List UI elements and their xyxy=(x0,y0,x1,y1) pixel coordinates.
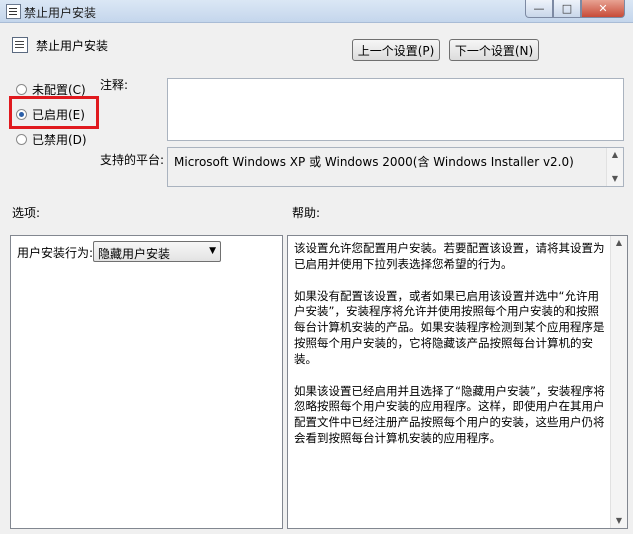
install-behavior-label: 用户安装行为: xyxy=(17,246,94,260)
close-button[interactable]: ✕ xyxy=(581,0,625,18)
scroll-up-icon[interactable]: ▲ xyxy=(607,148,623,162)
highlight-annotation-box xyxy=(9,96,99,129)
policy-settings-icon xyxy=(6,4,21,19)
radio-button[interactable] xyxy=(16,84,27,95)
maximize-button[interactable]: □ xyxy=(553,0,581,18)
policy-icon xyxy=(12,37,28,53)
dropdown-value: 隐藏用户安装 xyxy=(98,247,171,261)
scroll-down-icon[interactable]: ▼ xyxy=(607,172,623,186)
help-label: 帮助: xyxy=(292,206,321,220)
options-label: 选项: xyxy=(12,206,41,220)
window-controls: — □ ✕ xyxy=(525,0,625,18)
policy-window: 禁止用户安装 — □ ✕ 禁止用户安装 上一个设置(P) 下一个设置(N) 未配… xyxy=(0,0,633,534)
help-panel: 该设置允许您配置用户安装。若要配置该设置，请将其设置为已启用并使用下拉列表选择您… xyxy=(287,235,628,529)
install-behavior-dropdown[interactable]: 隐藏用户安装 ▼ xyxy=(93,241,221,262)
scroll-up-icon[interactable]: ▲ xyxy=(611,236,627,250)
scroll-down-icon[interactable]: ▼ xyxy=(611,514,627,528)
chevron-down-icon: ▼ xyxy=(209,246,216,256)
radio-label: 已禁用(D) xyxy=(32,133,87,147)
help-scrollbar[interactable]: ▲ ▼ xyxy=(610,236,627,528)
minimize-button[interactable]: — xyxy=(525,0,553,18)
platform-label: 支持的平台: xyxy=(100,153,165,167)
platform-field: Microsoft Windows XP 或 Windows 2000(含 Wi… xyxy=(167,147,624,187)
platform-value: Microsoft Windows XP 或 Windows 2000(含 Wi… xyxy=(174,155,574,169)
help-text: 该设置允许您配置用户安装。若要配置该设置，请将其设置为已启用并使用下拉列表选择您… xyxy=(294,241,608,463)
window-title: 禁止用户安装 xyxy=(24,6,97,20)
platform-scrollbar[interactable]: ▲ ▼ xyxy=(606,148,623,186)
options-panel: 用户安装行为: 隐藏用户安装 ▼ xyxy=(10,235,283,529)
help-paragraph: 如果该设置已经启用并且选择了“隐藏用户安装”，安装程序将忽略按照每个用户安装的应… xyxy=(294,383,605,445)
radio-button[interactable] xyxy=(16,134,27,145)
radio-disabled[interactable]: 已禁用(D) xyxy=(16,131,87,148)
title-bar[interactable]: 禁止用户安装 — □ ✕ xyxy=(0,0,633,23)
comment-textarea[interactable] xyxy=(167,78,624,141)
next-setting-button[interactable]: 下一个设置(N) xyxy=(449,39,539,61)
help-paragraph: 如果没有配置该设置，或者如果已启用该设置并选中“允许用户安装”，安装程序将允许并… xyxy=(294,288,605,366)
policy-title: 禁止用户安装 xyxy=(36,39,109,53)
previous-setting-button[interactable]: 上一个设置(P) xyxy=(352,39,440,61)
help-paragraph: 该设置允许您配置用户安装。若要配置该设置，请将其设置为已启用并使用下拉列表选择您… xyxy=(294,241,605,271)
comment-label: 注释: xyxy=(100,78,129,92)
